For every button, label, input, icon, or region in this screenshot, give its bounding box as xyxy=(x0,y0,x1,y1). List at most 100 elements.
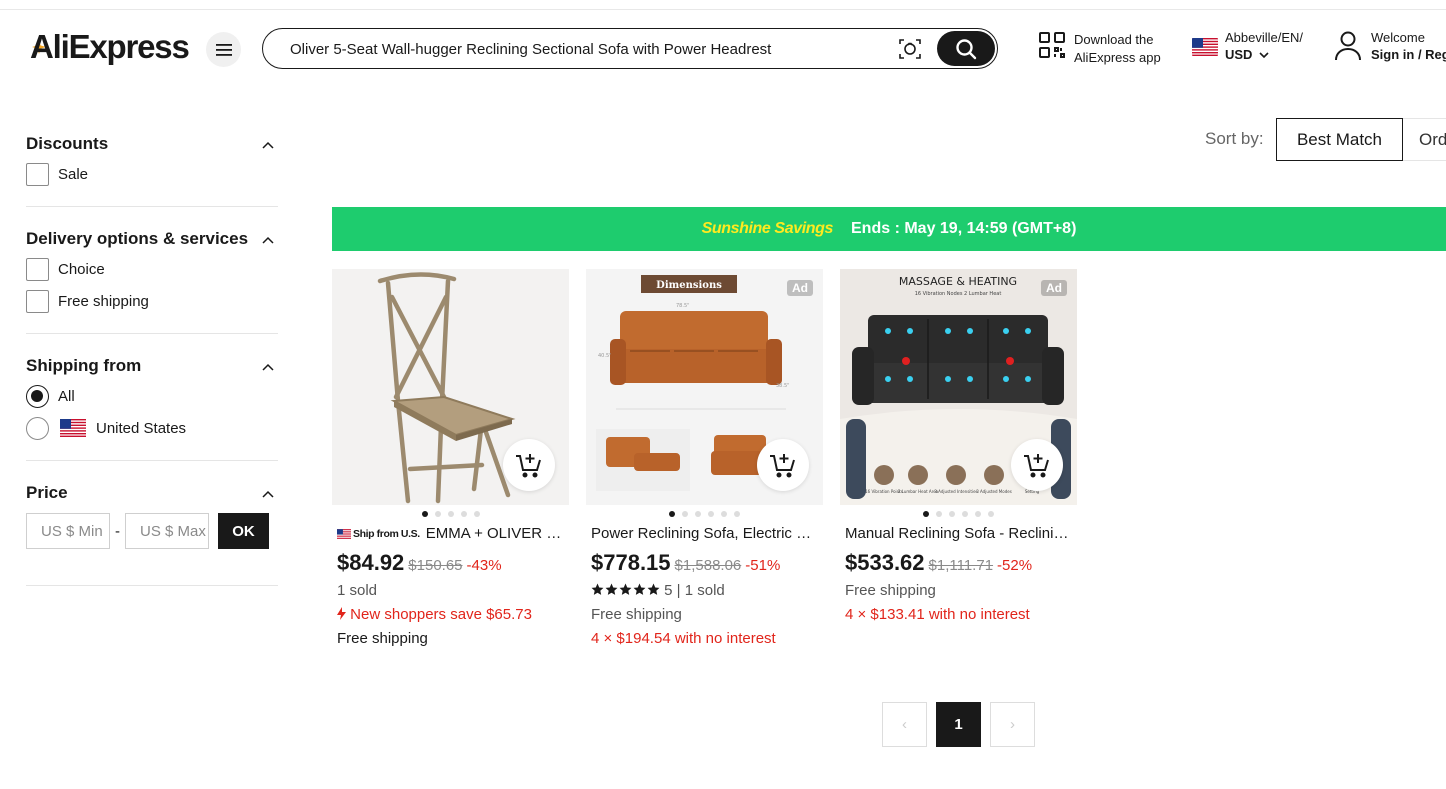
promo-banner[interactable]: Sunshine Savings Ends : May 19, 14:59 (G… xyxy=(332,207,1446,251)
download-app-link[interactable]: Download the AliExpress app xyxy=(1038,31,1161,67)
ship-from-us-badge: Ship from U.S. xyxy=(337,527,420,540)
search-bar xyxy=(262,28,998,69)
aliexpress-logo[interactable]: AliExpress xyxy=(30,28,200,72)
image-caption: MASSAGE & HEATING xyxy=(899,275,1017,288)
add-to-cart-button[interactable] xyxy=(757,439,809,491)
product-title[interactable]: Power Reclining Sofa, Electric Recliner xyxy=(591,525,816,542)
ad-badge: Ad xyxy=(1041,280,1067,296)
image-carousel-dots xyxy=(586,511,823,519)
sort-label: Sort by: xyxy=(1205,129,1264,148)
product-image[interactable]: Dimensions 78.5" 40.5" 38.5" Ad xyxy=(586,269,823,505)
us-flag-icon xyxy=(1192,38,1218,56)
search-input[interactable] xyxy=(290,38,880,60)
ad-badge: Ad xyxy=(787,280,813,296)
original-price: $1,588.06 xyxy=(674,557,742,574)
radio-all[interactable]: All xyxy=(26,380,278,412)
search-button[interactable] xyxy=(937,31,995,66)
product-card[interactable]: MASSAGE & HEATING 16 Vibration Nodes 2 L… xyxy=(840,269,1077,624)
product-image[interactable]: MASSAGE & HEATING 16 Vibration Nodes 2 L… xyxy=(840,269,1077,505)
chevron-up-icon[interactable] xyxy=(262,139,274,151)
image-search-button[interactable] xyxy=(897,36,923,62)
product-title[interactable]: Ship from U.S. EMMA + OLIVER Rustic Farm… xyxy=(337,525,562,542)
radio-united-states[interactable]: United States xyxy=(26,412,278,444)
shipping-info: Free shipping xyxy=(845,582,936,599)
checkbox-sale[interactable]: Sale xyxy=(26,158,278,190)
sort-best-match[interactable]: Best Match xyxy=(1276,118,1403,161)
star-icon xyxy=(605,583,618,595)
checkbox-label: Sale xyxy=(58,165,89,183)
add-to-cart-button[interactable] xyxy=(503,439,555,491)
product-title-text: Manual Reclining Sofa - Reclining Lovese… xyxy=(845,525,1070,542)
account-menu[interactable]: Welcome Sign in / Register xyxy=(1334,29,1446,63)
sign-in-link[interactable]: Sign in / Register xyxy=(1371,47,1446,62)
original-price: $1,111.71 xyxy=(928,557,994,574)
sale-price: $533.62 xyxy=(845,550,925,575)
filter-title-shipping-from: Shipping from xyxy=(26,356,142,375)
checkbox[interactable] xyxy=(26,162,49,186)
top-divider xyxy=(0,9,1446,10)
locale-selector[interactable]: Abbeville/EN/ USD xyxy=(1192,29,1303,62)
checkbox-free-shipping[interactable]: Free shipping xyxy=(26,285,278,317)
product-card[interactable]: Ship from U.S. EMMA + OLIVER Rustic Farm… xyxy=(332,269,569,648)
image-subcaption: 16 Vibration Nodes 2 Lumbar Heat xyxy=(915,291,1002,297)
image-carousel-dots xyxy=(840,511,1077,519)
svg-text:78.5": 78.5" xyxy=(676,303,689,309)
app-line-1: Download the xyxy=(1074,32,1154,47)
user-icon xyxy=(1335,31,1361,61)
price-line: $533.62 $1,111.71 -52% xyxy=(845,550,1077,576)
new-shopper-promo: New shoppers save $65.73 xyxy=(337,605,569,624)
discount-percent: -52% xyxy=(997,557,1033,574)
checkbox-choice[interactable]: Choice xyxy=(26,253,278,285)
logo-text: AliExpress xyxy=(30,28,190,65)
product-image[interactable] xyxy=(332,269,569,505)
price-ok-button[interactable]: OK xyxy=(218,513,269,549)
banner-ends: Ends : May 19, 14:59 (GMT+8) xyxy=(851,220,1077,237)
cart-plus-icon xyxy=(1024,454,1049,478)
flame-icon xyxy=(337,607,346,620)
prev-page-button[interactable]: ‹ xyxy=(882,702,927,747)
currency-label: USD xyxy=(1225,47,1253,62)
rating-value: 5 xyxy=(664,582,673,599)
next-page-button[interactable]: › xyxy=(990,702,1035,747)
star-icon xyxy=(647,583,660,595)
star-icon xyxy=(619,583,632,595)
filter-price: Price - OK xyxy=(26,479,278,586)
min-price-input[interactable] xyxy=(26,513,110,549)
installment-info: 4 × $133.41 with no interest xyxy=(845,606,1030,623)
price-dash: - xyxy=(115,522,120,540)
search-icon xyxy=(956,38,977,59)
cart-plus-icon xyxy=(516,454,541,478)
sort-orders[interactable]: Orders xyxy=(1403,118,1446,161)
product-title[interactable]: Manual Reclining Sofa - Reclining Lovese… xyxy=(845,525,1070,542)
checkbox-label: Free shipping xyxy=(58,292,149,310)
filter-delivery: Delivery options & services Choice Free … xyxy=(26,225,278,334)
installment-info: 4 × $194.54 with no interest xyxy=(591,630,776,647)
checkbox[interactable] xyxy=(26,257,49,281)
cart-plus-icon xyxy=(770,454,795,478)
radio-label: United States xyxy=(96,419,187,437)
original-price: $150.65 xyxy=(408,557,463,574)
image-caption: Dimensions xyxy=(656,280,722,291)
radio-button[interactable] xyxy=(26,384,49,408)
page-1-button[interactable]: 1 xyxy=(936,702,981,747)
menu-button[interactable] xyxy=(206,32,241,67)
price-line: $84.92 $150.65 -43% xyxy=(337,550,569,576)
product-card[interactable]: Dimensions 78.5" 40.5" 38.5" Ad Power Recl… xyxy=(586,269,823,648)
hamburger-icon xyxy=(215,43,232,56)
svg-text:38.5": 38.5" xyxy=(776,383,789,389)
checkbox[interactable] xyxy=(26,289,49,313)
discount-percent: -43% xyxy=(466,557,502,574)
checkbox-label: Choice xyxy=(58,260,105,278)
chevron-up-icon[interactable] xyxy=(262,234,274,246)
svg-text:40.5": 40.5" xyxy=(598,353,611,359)
product-title-text: EMMA + OLIVER Rustic Farmhouse Chair xyxy=(425,525,562,542)
max-price-input[interactable] xyxy=(125,513,209,549)
add-to-cart-button[interactable] xyxy=(1011,439,1063,491)
filter-shipping-from: Shipping from All United States xyxy=(26,352,278,461)
product-title-text: Power Reclining Sofa, Electric Recliner xyxy=(591,525,816,542)
chevron-up-icon[interactable] xyxy=(262,488,274,500)
chevron-up-icon[interactable] xyxy=(262,361,274,373)
welcome-text: Welcome xyxy=(1371,30,1425,45)
filter-title-price: Price xyxy=(26,483,68,502)
radio-button[interactable] xyxy=(26,416,49,440)
